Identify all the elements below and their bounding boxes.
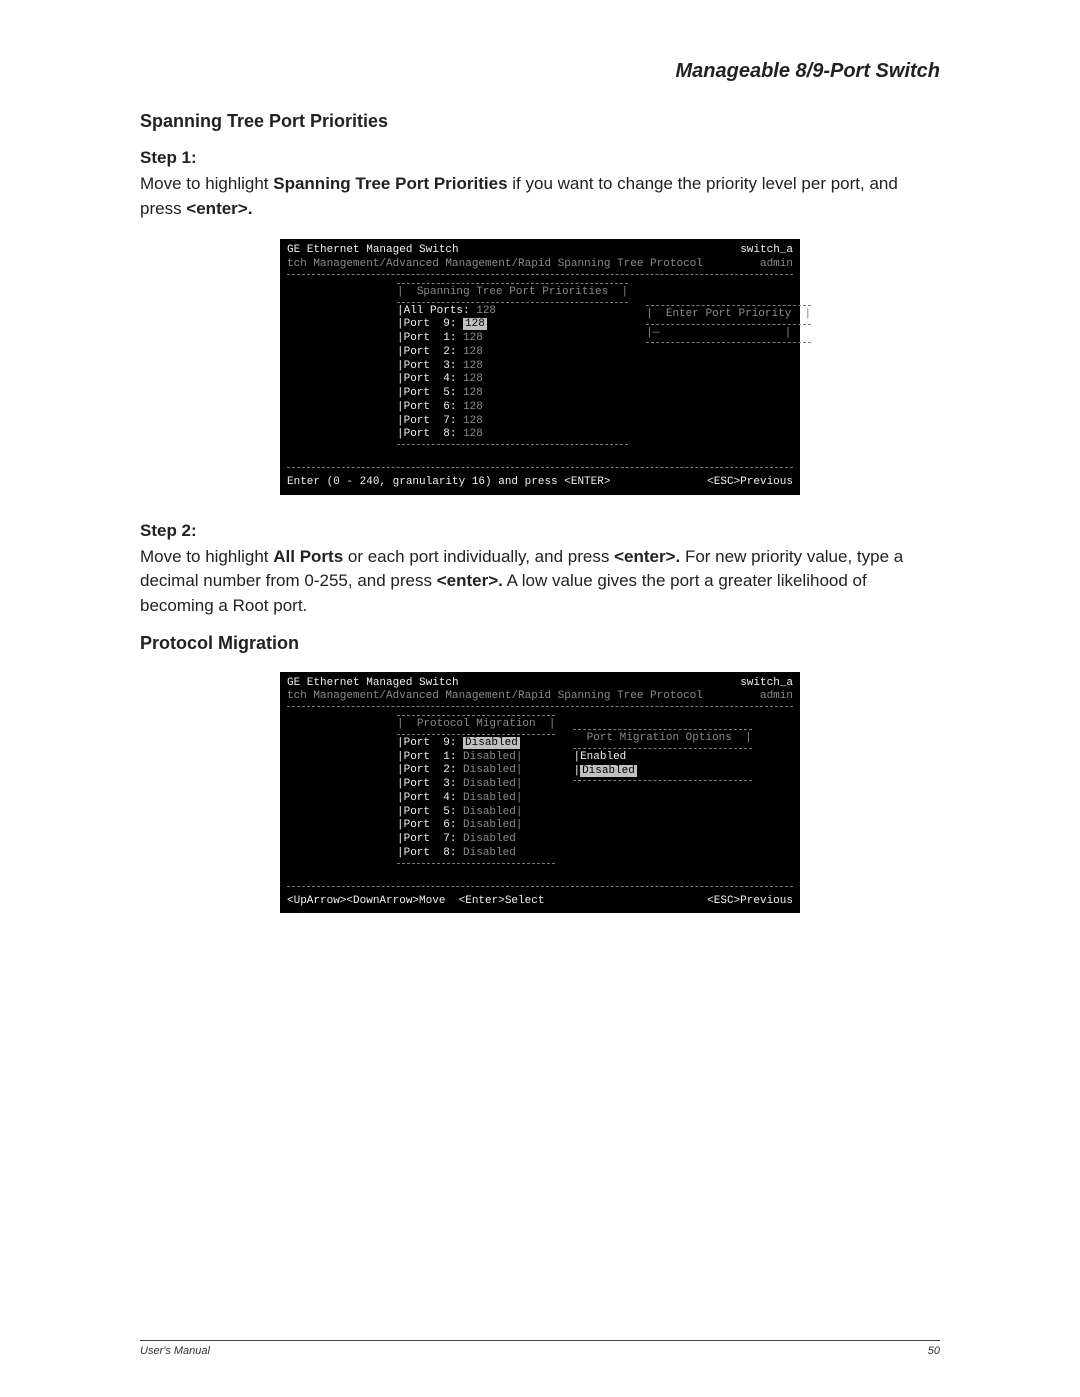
step2-text: Move to highlight All Ports or each port…	[140, 545, 940, 619]
step2-text-b: or each port individually, and press	[348, 547, 614, 566]
step1-text: Move to highlight Spanning Tree Port Pri…	[140, 172, 940, 221]
footer-left: User's Manual	[140, 1345, 210, 1357]
term1-port-row: Port 9:	[404, 318, 457, 330]
step2-bold-b: <enter>.	[614, 547, 680, 566]
term2-port-row: Port 3:	[404, 778, 457, 790]
page-footer: User's Manual 50	[140, 1340, 940, 1357]
term1-port-value: 128	[463, 360, 483, 372]
term1-right-panel: | Enter Port Priority | |— |	[646, 303, 811, 447]
step1-bold-b: <enter>.	[186, 199, 252, 218]
term2-title: GE Ethernet Managed Switch	[287, 677, 703, 691]
term1-right-input: —	[653, 327, 660, 339]
term2-option-disabled: Disabled	[580, 765, 637, 777]
step2-label: Step 2:	[140, 521, 940, 541]
term1-port-row: Port 5:	[404, 387, 457, 399]
term1-user: admin	[740, 258, 793, 272]
step1-label: Step 1:	[140, 148, 940, 168]
term2-port-row: Port 5:	[404, 806, 457, 818]
term1-breadcrumb: tch Management/Advanced Management/Rapid…	[287, 258, 703, 272]
term1-port-row: Port 2:	[404, 346, 457, 358]
term2-user: admin	[740, 690, 793, 704]
term2-right-title: Port Migration Options	[587, 732, 732, 744]
term1-port-list: | Spanning Tree Port Priorities | |All P…	[397, 281, 628, 447]
section-title-stp-priorities: Spanning Tree Port Priorities	[140, 111, 940, 132]
term1-port-row: Port 8:	[404, 428, 457, 440]
term2-port-value: Disabled	[463, 764, 516, 776]
terminal-screenshot-priorities: GE Ethernet Managed Switch tch Managemen…	[280, 239, 800, 495]
step2-bold-a: All Ports	[273, 547, 343, 566]
term1-allports-value: 128	[476, 305, 496, 317]
term2-port-row: Port 9:	[404, 737, 457, 749]
term1-right-title: Enter Port Priority	[666, 308, 791, 320]
term2-option-enabled: Enabled	[580, 751, 626, 763]
term1-port-value: 128	[463, 401, 483, 413]
page-header: Manageable 8/9-Port Switch	[140, 60, 940, 83]
term2-port-row: Port 8:	[404, 847, 457, 859]
term1-port-value: 128	[463, 332, 483, 344]
term1-port-value: 128	[463, 415, 483, 427]
term2-switch-name: switch_a	[740, 677, 793, 691]
term2-panel-title: Protocol Migration	[417, 718, 536, 730]
term1-allports-label: All Ports:	[404, 305, 470, 317]
term2-port-value-hl: Disabled	[463, 737, 520, 749]
term2-footer-right: <ESC>Previous	[707, 895, 793, 909]
term1-port-row: Port 1:	[404, 332, 457, 344]
term2-footer-left: <UpArrow><DownArrow>Move <Enter>Select	[287, 895, 544, 909]
term1-switch-name: switch_a	[740, 244, 793, 258]
terminal-screenshot-migration: GE Ethernet Managed Switch tch Managemen…	[280, 672, 800, 914]
term1-port-value: 128	[463, 373, 483, 385]
footer-page-number: 50	[928, 1345, 940, 1357]
term1-port-value: 128	[463, 346, 483, 358]
step1-bold-a: Spanning Tree Port Priorities	[273, 174, 507, 193]
term1-port-row: Port 3:	[404, 360, 457, 372]
term1-footer-left: Enter (0 - 240, granularity 16) and pres…	[287, 476, 610, 490]
term2-port-value: Disabled	[463, 847, 516, 859]
term2-port-value: Disabled	[463, 792, 516, 804]
term2-breadcrumb: tch Management/Advanced Management/Rapid…	[287, 690, 703, 704]
term1-port-row: Port 6:	[404, 401, 457, 413]
term2-port-row: Port 2:	[404, 764, 457, 776]
term1-title: GE Ethernet Managed Switch	[287, 244, 703, 258]
term2-port-value: Disabled	[463, 806, 516, 818]
term1-port-value: 128	[463, 428, 483, 440]
step2-bold-c: <enter>.	[437, 571, 503, 590]
term1-port-row: Port 7:	[404, 415, 457, 427]
term2-port-row: Port 4:	[404, 792, 457, 804]
term1-port-value-hl: 128	[463, 318, 487, 330]
term2-port-value: Disabled	[463, 819, 516, 831]
term2-port-value: Disabled	[463, 778, 516, 790]
term2-port-value: Disabled	[463, 833, 516, 845]
step1-text-a: Move to highlight	[140, 174, 273, 193]
term2-port-row: Port 1:	[404, 751, 457, 763]
term1-panel-title: Spanning Tree Port Priorities	[417, 286, 608, 298]
term1-port-value: 128	[463, 387, 483, 399]
term2-port-row: Port 7:	[404, 833, 457, 845]
term1-footer-right: <ESC>Previous	[707, 476, 793, 490]
step2-text-a: Move to highlight	[140, 547, 273, 566]
section-title-protocol-migration: Protocol Migration	[140, 633, 940, 654]
term2-right-panel: Port Migration Options | |Enabled |Disab…	[573, 727, 751, 866]
term2-port-value: Disabled	[463, 751, 516, 763]
term2-port-row: Port 6:	[404, 819, 457, 831]
term2-port-list: | Protocol Migration | |Port 9: Disabled…	[397, 713, 555, 866]
term1-port-row: Port 4:	[404, 373, 457, 385]
